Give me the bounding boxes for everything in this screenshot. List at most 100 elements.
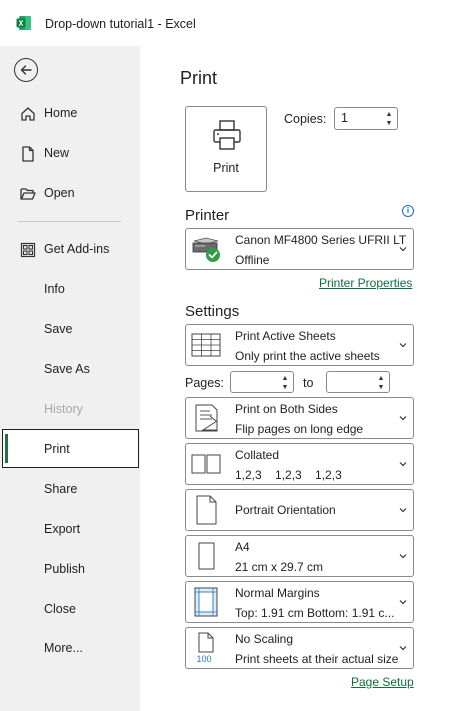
duplex-page-icon — [195, 404, 218, 432]
nav-item-print-wrapper: Print — [0, 429, 140, 469]
nav-item-label: Open — [44, 186, 75, 200]
backstage-nav: Home New Open Get Add-ins Info Save Save… — [0, 46, 140, 711]
folder-open-icon — [20, 188, 36, 200]
chevron-down-icon — [399, 462, 407, 467]
nav-item-open[interactable]: Open — [0, 176, 140, 212]
copies-stepper[interactable]: 1 ▲ ▼ — [334, 107, 398, 130]
nav-item-label: Print — [44, 442, 70, 456]
printer-icon — [213, 120, 241, 150]
chevron-up-icon[interactable]: ▲ — [377, 374, 385, 383]
chevron-down-icon — [399, 508, 407, 513]
nav-item-new[interactable]: New — [0, 136, 140, 172]
nav-item-publish[interactable]: Publish — [0, 552, 140, 588]
page-setup-link[interactable]: Page Setup — [351, 675, 414, 689]
nav-item-label: Info — [44, 282, 65, 296]
copies-label: Copies: — [284, 112, 327, 126]
scaling-100-icon: 100 — [196, 632, 214, 664]
pages-from-input[interactable]: ▲ ▼ — [230, 371, 294, 393]
orientation-select[interactable]: Portrait Orientation — [185, 489, 414, 531]
stepper-arrows[interactable]: ▲ ▼ — [385, 110, 393, 128]
pages-to-input[interactable]: ▲ ▼ — [326, 371, 390, 393]
excel-logo-icon — [16, 16, 31, 30]
margins-icon — [194, 587, 218, 617]
nav-item-close[interactable]: Close — [0, 592, 140, 628]
nav-item-export[interactable]: Export — [0, 512, 140, 548]
chevron-down-icon — [399, 247, 407, 252]
back-button[interactable] — [14, 58, 38, 82]
scaling-icon-text: 100 — [196, 654, 211, 664]
nav-item-more[interactable]: More... — [0, 631, 140, 667]
nav-item-label: Save As — [44, 362, 90, 376]
nav-item-label: Save — [44, 322, 73, 336]
selected-accent-bar — [5, 434, 8, 463]
margins-select[interactable]: Normal Margins Top: 1.91 cm Bottom: 1.91… — [185, 581, 414, 623]
margins-main: Normal Margins — [235, 586, 320, 600]
chevron-down-icon[interactable]: ▼ — [281, 383, 289, 392]
paper-size-sub: 21 cm x 29.7 cm — [235, 560, 324, 574]
nav-item-share[interactable]: Share — [0, 472, 140, 508]
home-icon — [21, 107, 35, 121]
pages-to-label: to — [303, 376, 314, 390]
duplex-select[interactable]: Print on Both Sides Flip pages on long e… — [185, 397, 414, 439]
printer-properties-link[interactable]: Printer Properties — [319, 276, 412, 290]
scaling-main: No Scaling — [235, 632, 294, 646]
nav-item-label: New — [44, 146, 70, 160]
nav-item-save[interactable]: Save — [0, 312, 140, 348]
margins-sub: Top: 1.91 cm Bottom: 1.91 c... — [235, 606, 395, 620]
orientation-main: Portrait Orientation — [235, 503, 336, 517]
print-button-label: Print — [213, 161, 239, 175]
nav-item-label: Share — [44, 482, 78, 496]
copies-value: 1 — [341, 111, 348, 125]
new-document-icon — [22, 146, 34, 162]
page-title: Print — [180, 68, 218, 88]
printer-ready-icon — [192, 237, 220, 262]
scaling-sub: Print sheets at their actual size — [235, 652, 399, 666]
duplex-sub: Flip pages on long edge — [235, 422, 364, 436]
nav-item-label: Close — [44, 602, 76, 616]
collation-sub: 1,2,3 1,2,3 1,2,3 — [235, 468, 342, 482]
window-title: Drop-down tutorial1 - Excel — [45, 17, 196, 31]
print-what-select[interactable]: Print Active Sheets Only print the activ… — [185, 324, 414, 366]
print-pane: Print Print Copies: 1 ▲ ▼ Printer i Cano… — [140, 46, 463, 711]
collation-main: Collated — [235, 448, 280, 462]
info-icon[interactable]: i — [402, 205, 414, 217]
nav-item-label: Publish — [44, 562, 85, 576]
title-bar: Drop-down tutorial1 - Excel — [0, 0, 463, 46]
stepper-arrows[interactable]: ▲ ▼ — [281, 374, 289, 392]
stepper-arrows[interactable]: ▲ ▼ — [377, 374, 385, 392]
collated-pages-icon — [191, 454, 221, 474]
print-what-main: Print Active Sheets — [235, 329, 336, 343]
nav-item-save-as[interactable]: Save As — [0, 352, 140, 388]
nav-item-home[interactable]: Home — [0, 96, 140, 132]
portrait-page-icon — [196, 495, 217, 525]
nav-item-get-add-ins[interactable]: Get Add-ins — [0, 232, 140, 268]
chevron-down-icon[interactable]: ▼ — [377, 383, 385, 392]
print-what-sub: Only print the active sheets — [235, 349, 380, 363]
sheets-grid-icon — [191, 333, 221, 357]
nav-item-label: History — [44, 402, 83, 416]
nav-divider — [18, 221, 121, 222]
chevron-up-icon[interactable]: ▲ — [385, 110, 393, 119]
printer-select[interactable]: Canon MF4800 Series UFRII LT Offline — [185, 228, 414, 270]
scaling-select[interactable]: 100 No Scaling Print sheets at their act… — [185, 627, 414, 669]
nav-item-history: History — [0, 392, 140, 428]
chevron-down-icon — [399, 646, 407, 651]
pages-label: Pages: — [185, 376, 224, 390]
print-button[interactable]: Print — [185, 106, 267, 192]
nav-item-label: Home — [44, 106, 78, 120]
settings-heading: Settings — [185, 303, 240, 320]
nav-item-label: Export — [44, 522, 81, 536]
chevron-down-icon[interactable]: ▼ — [385, 119, 393, 128]
chevron-down-icon — [399, 416, 407, 421]
printer-name: Canon MF4800 Series UFRII LT — [235, 233, 407, 247]
paper-size-main: A4 — [235, 540, 250, 554]
chevron-up-icon[interactable]: ▲ — [281, 374, 289, 383]
collation-select[interactable]: Collated 1,2,3 1,2,3 1,2,3 — [185, 443, 414, 485]
chevron-down-icon — [399, 554, 407, 559]
printer-status: Offline — [235, 253, 270, 267]
nav-item-info[interactable]: Info — [0, 272, 140, 308]
nav-item-label: Get Add-ins — [44, 242, 110, 256]
nav-item-print[interactable]: Print — [2, 429, 139, 468]
printer-heading: Printer — [185, 207, 230, 224]
paper-size-select[interactable]: A4 21 cm x 29.7 cm — [185, 535, 414, 577]
